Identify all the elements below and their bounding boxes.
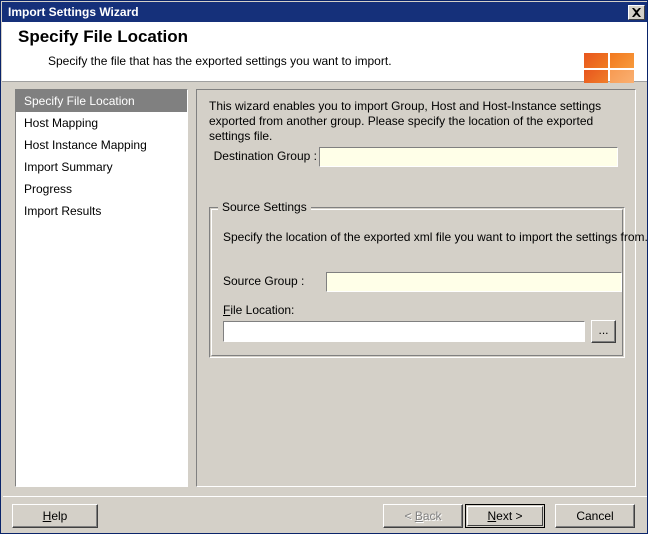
sidebar-item-label: Specify File Location bbox=[24, 94, 135, 108]
help-button[interactable]: Help bbox=[12, 504, 98, 528]
sidebar-item-host-mapping[interactable]: Host Mapping bbox=[16, 112, 187, 134]
destination-group-input[interactable] bbox=[319, 147, 618, 167]
next-accel: N bbox=[487, 509, 497, 523]
file-location-label: File Location: bbox=[223, 303, 294, 317]
destination-group-label: Destination Group : bbox=[213, 149, 317, 163]
browse-button[interactable]: ... bbox=[591, 320, 616, 343]
logo-tile-1 bbox=[584, 53, 608, 68]
next-rest: ext > bbox=[496, 509, 523, 523]
sidebar-item-label: Import Results bbox=[24, 204, 102, 218]
next-button[interactable]: Next > bbox=[465, 504, 545, 528]
browse-button-label: ... bbox=[598, 323, 609, 337]
file-location-input[interactable] bbox=[223, 321, 585, 342]
source-group-input[interactable] bbox=[326, 272, 622, 292]
destination-group-row: Destination Group : bbox=[209, 147, 625, 167]
sidebar-item-import-results[interactable]: Import Results bbox=[16, 200, 187, 222]
source-settings-legend: Source Settings bbox=[218, 200, 311, 214]
back-prefix: < bbox=[404, 509, 415, 523]
wizard-body: Specify File Location Host Mapping Host … bbox=[2, 83, 647, 533]
next-button-label: Next > bbox=[466, 505, 544, 527]
sidebar-item-label: Progress bbox=[24, 182, 73, 196]
source-settings-group: Source Settings Specify the location of … bbox=[209, 200, 647, 358]
back-button-label: < Back bbox=[384, 505, 462, 527]
window-title: Import Settings Wizard bbox=[8, 5, 139, 19]
sidebar-item-specify-file-location[interactable]: Specify File Location bbox=[16, 90, 187, 112]
cancel-button[interactable]: Cancel bbox=[555, 504, 635, 528]
wizard-footer: Help < Back Next > Cancel bbox=[3, 496, 647, 533]
wizard-step-list-inner: Specify File Location Host Mapping Host … bbox=[16, 90, 187, 486]
sidebar-item-label: Host Mapping bbox=[24, 116, 99, 130]
source-group-label: Source Group : bbox=[223, 274, 305, 288]
wizard-content-panel: This wizard enables you to import Group,… bbox=[196, 89, 647, 487]
sidebar-item-import-summary[interactable]: Import Summary bbox=[16, 156, 187, 178]
back-rest: ack bbox=[422, 509, 442, 523]
sidebar-item-progress[interactable]: Progress bbox=[16, 178, 187, 200]
sidebar-item-label: Host Instance Mapping bbox=[24, 138, 147, 152]
source-settings-description: Specify the location of the exported xml… bbox=[223, 230, 648, 244]
cancel-button-label: Cancel bbox=[576, 509, 614, 523]
close-glyph bbox=[632, 7, 641, 17]
sidebar-item-label: Import Summary bbox=[24, 160, 113, 174]
wizard-header: Specify File Location Specify the file t… bbox=[2, 22, 647, 102]
logo-tile-2 bbox=[610, 53, 634, 68]
help-rest: elp bbox=[51, 509, 68, 523]
back-accel: B bbox=[414, 509, 423, 523]
wizard-step-list: Specify File Location Host Mapping Host … bbox=[15, 89, 188, 487]
title-bar: Import Settings Wizard bbox=[2, 2, 647, 22]
footer-divider bbox=[3, 496, 647, 497]
intro-text: This wizard enables you to import Group,… bbox=[209, 99, 602, 143]
page-title: Specify File Location bbox=[18, 27, 189, 46]
back-button[interactable]: < Back bbox=[383, 504, 463, 528]
help-button-label: Help bbox=[13, 505, 97, 527]
import-settings-wizard-window: Import Settings Wizard Specify File Loca… bbox=[0, 0, 648, 534]
close-icon[interactable] bbox=[628, 4, 645, 20]
source-group-row: Source Group : bbox=[223, 272, 622, 292]
file-location-label-rest: ile Location: bbox=[230, 303, 295, 317]
page-subtitle: Specify the file that has the exported s… bbox=[48, 54, 392, 68]
sidebar-item-host-instance-mapping[interactable]: Host Instance Mapping bbox=[16, 134, 187, 156]
